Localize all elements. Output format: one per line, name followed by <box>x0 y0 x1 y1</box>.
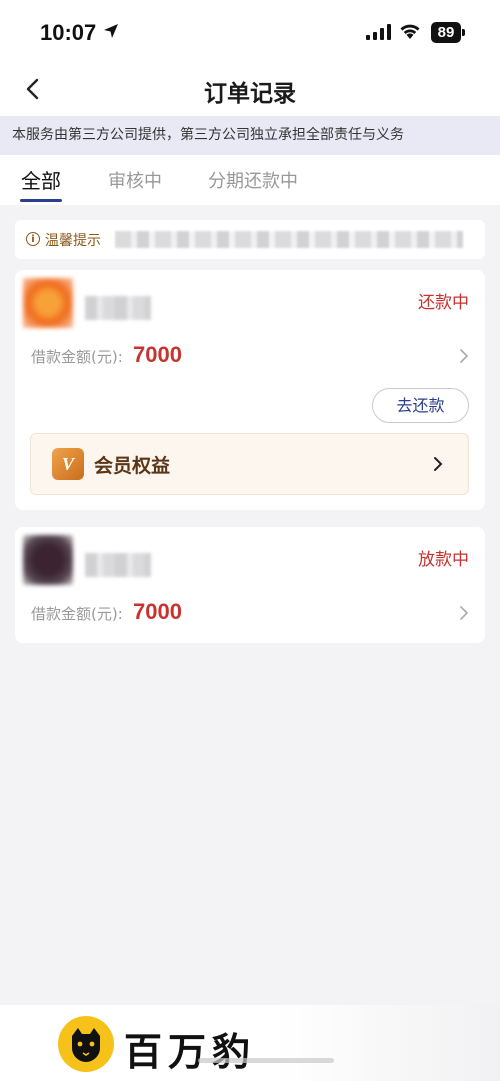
lender-name-redacted <box>85 296 151 320</box>
tip-label: 温馨提示 <box>45 233 101 249</box>
vip-badge-text: V <box>61 453 74 474</box>
nav-bar: 订单记录 <box>0 62 500 116</box>
brand-footer: 百万豹 <box>0 1005 500 1081</box>
order-status: 放款中 <box>418 550 469 570</box>
location-arrow-icon <box>104 24 118 38</box>
status-time: 10:07 <box>40 20 97 45</box>
order-status: 还款中 <box>418 293 469 313</box>
status-bar: 10:07 89 <box>0 0 500 62</box>
lender-logo <box>23 535 73 585</box>
tip-bar: i 温馨提示 <box>15 220 485 259</box>
active-tab-indicator <box>20 199 62 202</box>
brand-name: 百万豹 <box>124 1029 257 1074</box>
chevron-right-icon[interactable] <box>457 349 471 363</box>
order-card[interactable]: 还款中 借款金额(元): 7000 去还款 V 会员权益 <box>15 270 485 510</box>
tab-all[interactable]: 全部 <box>21 165 61 194</box>
amount-value: 7000 <box>133 342 182 367</box>
lender-logo <box>23 278 73 328</box>
battery-level: 89 <box>437 24 455 41</box>
tip-text-redacted <box>115 231 463 248</box>
chevron-right-icon <box>434 457 443 471</box>
disclaimer-notice: 本服务由第三方公司提供，第三方公司独立承担全部责任与义务 <box>0 116 500 155</box>
order-card[interactable]: 放款中 借款金额(元): 7000 <box>15 527 485 643</box>
repay-button[interactable]: 去还款 <box>372 388 469 423</box>
lender-name-redacted <box>85 553 151 577</box>
leopard-logo-icon <box>58 1016 114 1072</box>
page-title: 订单记录 <box>204 81 296 107</box>
home-indicator[interactable] <box>198 1058 334 1063</box>
battery-icon: 89 <box>431 22 465 43</box>
amount-value: 7000 <box>133 599 182 624</box>
signal-icon <box>366 24 391 40</box>
tab-under-review[interactable]: 审核中 <box>108 167 162 193</box>
chevron-right-icon[interactable] <box>457 606 471 620</box>
vip-benefits-banner[interactable]: V 会员权益 <box>30 433 469 495</box>
tab-installment-repaying[interactable]: 分期还款中 <box>208 167 298 193</box>
amount-label: 借款金额(元): <box>31 605 123 623</box>
vip-benefits-label: 会员权益 <box>94 455 171 477</box>
amount-label: 借款金额(元): <box>31 348 123 366</box>
vip-badge-icon: V <box>52 448 84 480</box>
info-circle-icon: i <box>26 232 40 246</box>
tab-bar: 全部 审核中 分期还款中 <box>0 155 500 205</box>
wifi-icon <box>400 24 420 39</box>
